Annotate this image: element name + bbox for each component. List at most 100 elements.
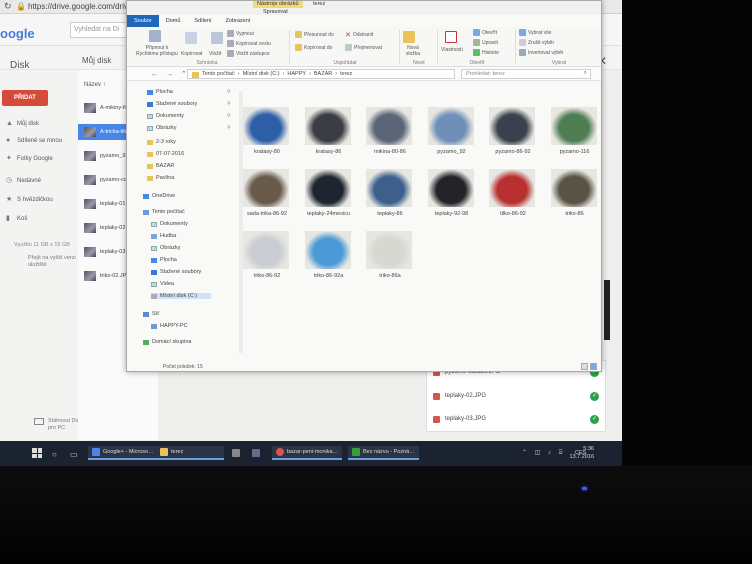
breadcrumb-item[interactable]: Tento počítač	[202, 71, 235, 77]
sidebar-item-photos[interactable]: ✦ Fotky Google	[6, 155, 53, 162]
nav-item-homegroup[interactable]: Domácí skupina	[143, 339, 191, 345]
nav-item-onedrive[interactable]: OneDrive	[143, 193, 175, 199]
column-header-name[interactable]: Název ↑	[84, 82, 106, 88]
nav-item-music[interactable]: Hudba	[151, 233, 176, 239]
back-forward-icons[interactable]: ← → ⌃	[151, 70, 190, 78]
nav-item-local-disk[interactable]: Místní disk (C:)	[151, 293, 211, 299]
file-tile[interactable]: tilko-86-92	[483, 169, 543, 227]
sidebar-item-recent[interactable]: ◷ Nedávné	[6, 177, 41, 184]
file-tile[interactable]: teplaky-86	[360, 169, 420, 227]
select-all-button[interactable]: Vybrat vše	[519, 29, 551, 36]
file-tile[interactable]: triko-86a	[360, 231, 420, 289]
scrollbar[interactable]	[604, 280, 610, 340]
nav-item-folder[interactable]: BAZAR	[147, 163, 174, 169]
nav-item-downloads[interactable]: Stažené soubory	[147, 101, 197, 107]
breadcrumb-item[interactable]: terez	[340, 71, 352, 77]
nav-item-documents[interactable]: Dokumenty	[151, 221, 188, 227]
sidebar-item-starred[interactable]: ★ S hvězdičkou	[6, 196, 53, 203]
task-view-icon[interactable]: ▭	[70, 447, 78, 461]
folder-icon	[147, 175, 153, 181]
copy-path-button[interactable]: Kopírovat cestu	[227, 40, 271, 47]
breadcrumb-item[interactable]: BAZAR	[314, 71, 332, 77]
nav-item-downloads[interactable]: Stažené soubory	[151, 269, 201, 275]
sidebar-item-trash[interactable]: ▮ Koš	[6, 215, 27, 222]
refresh-icon[interactable]: ↻	[4, 2, 13, 11]
nav-item-documents[interactable]: Dokumenty	[147, 113, 184, 119]
sidebar-item-my-drive[interactable]: ▲ Můj disk	[6, 120, 39, 127]
tab-home[interactable]: Domů	[159, 15, 188, 27]
tab-view[interactable]: Zobrazení	[219, 15, 258, 27]
file-tile[interactable]: teplaky-24mesicu	[299, 169, 359, 227]
edit-button[interactable]: Upravit	[473, 39, 498, 46]
tab-share[interactable]: Sdílení	[187, 15, 218, 27]
explorer-search-input[interactable]: Prohledat: terez ⌕	[461, 69, 591, 79]
file-tile[interactable]: triko-86	[545, 169, 605, 227]
nav-item-desktop[interactable]: Plocha	[151, 257, 177, 263]
upload-row[interactable]: teplaky-02.JPG ✓	[433, 389, 599, 403]
properties-button[interactable]: Vlastnosti	[441, 47, 463, 53]
photo-thumbnail	[427, 169, 474, 207]
address-bar[interactable]: https://drive.google.com/drive	[28, 2, 133, 11]
nav-item-desktop[interactable]: Plocha	[147, 89, 173, 95]
nav-item-videos[interactable]: Videa	[151, 281, 174, 287]
rename-button[interactable]: Přejmenovat	[345, 44, 382, 51]
nav-item-computer[interactable]: HAPPY-PC	[151, 323, 188, 329]
clock[interactable]: 5:36 13.7.2016	[570, 445, 594, 461]
large-icons-view-icon[interactable]	[590, 363, 597, 370]
delete-button[interactable]: ✕ Odstranit	[345, 31, 373, 39]
search-icon[interactable]: ○	[52, 447, 57, 461]
breadcrumb-item[interactable]: HAPPY	[287, 71, 306, 77]
drive-search-input[interactable]: Vyhledat na Di	[70, 22, 132, 38]
move-to-button[interactable]: Přesunout do	[295, 31, 334, 38]
copy-to-button[interactable]: Kopírovat do	[295, 44, 332, 51]
file-tile[interactable]: kratasy-80	[237, 107, 297, 165]
taskbar-item-media[interactable]	[252, 446, 260, 460]
pin-quick-access-button[interactable]: Připnout k Rychlému přístupu	[135, 45, 179, 57]
explorer-address-bar[interactable]: Tento počítač › Místní disk (C:) › HAPPY › …	[187, 69, 455, 79]
taskbar-item-notepad[interactable]: Bez názvu - Pozná…	[348, 446, 419, 460]
file-tile[interactable]: sada-trika-86-92	[237, 169, 297, 227]
breadcrumb[interactable]: Můj disk	[82, 56, 111, 65]
file-tile[interactable]: triko-86-92a	[299, 231, 359, 289]
search-icon: ⌕	[583, 70, 587, 76]
file-tile[interactable]: teplaky-92-98	[422, 169, 482, 227]
file-tile[interactable]: pyzamo-116	[545, 107, 605, 165]
windows-start-icon[interactable]	[32, 448, 42, 458]
file-tile[interactable]: pyzamo-86-92	[483, 107, 543, 165]
new-folder-button[interactable]: Nová složka	[401, 45, 425, 57]
nav-item-folder[interactable]: 2-3 roky	[147, 139, 176, 145]
tray-icons[interactable]: ⌃ ◫ ♪ ⌸	[522, 449, 565, 457]
file-tile[interactable]: pyzamo_92	[422, 107, 482, 165]
upgrade-storage-link[interactable]: Přejít na vyšší verzi úložiště	[28, 255, 76, 269]
nav-item-this-pc[interactable]: Tento počítač	[143, 209, 185, 215]
nav-item-pictures[interactable]: Obrázky	[151, 245, 180, 251]
google-logo[interactable]: oogle	[0, 26, 35, 41]
invert-selection-button[interactable]: Invertovat výběr	[519, 49, 564, 56]
new-button[interactable]: PŘIDAT	[2, 90, 48, 106]
tab-file[interactable]: Soubor	[127, 15, 159, 27]
paste-button[interactable]: Vložit	[209, 51, 221, 57]
file-tile[interactable]: kratasy-86	[299, 107, 359, 165]
file-tile[interactable]: triko-86-92	[237, 231, 297, 289]
nav-item-network[interactable]: Síť	[143, 311, 159, 317]
documents-icon	[147, 113, 153, 119]
nav-item-pictures[interactable]: Obrázky	[147, 125, 176, 131]
nav-item-folder[interactable]: 07-07-2016	[147, 151, 184, 157]
paste-shortcut-button[interactable]: Vložit zástupce	[227, 50, 270, 57]
history-button[interactable]: Historie	[473, 49, 499, 56]
breadcrumb-item[interactable]: Místní disk (C:)	[243, 71, 280, 77]
taskbar-item-explorer[interactable]: terez	[156, 446, 224, 460]
upload-row[interactable]: teplaky-03.JPG ✓	[433, 412, 599, 426]
picture-tools-tab[interactable]: Nástroje obrázků	[253, 1, 303, 8]
open-button[interactable]: Otevřít	[473, 29, 497, 36]
details-view-icon[interactable]	[581, 363, 588, 370]
taskbar-item-store[interactable]	[232, 446, 240, 460]
select-none-button[interactable]: Zrušit výběr	[519, 39, 554, 46]
nav-item-folder[interactable]: Pavlína	[147, 175, 174, 181]
cut-button[interactable]: Vyjmout	[227, 30, 254, 37]
taskbar-item-chrome[interactable]: bazar-peni-monika…	[272, 446, 343, 460]
sidebar-item-shared[interactable]: ● Sdílené se mnou	[6, 137, 62, 144]
copy-button[interactable]: Kopírovat	[181, 51, 202, 57]
taskbar-item-browser[interactable]: Google+ - Microso…	[88, 446, 158, 460]
file-tile[interactable]: mikina-80-86	[360, 107, 420, 165]
